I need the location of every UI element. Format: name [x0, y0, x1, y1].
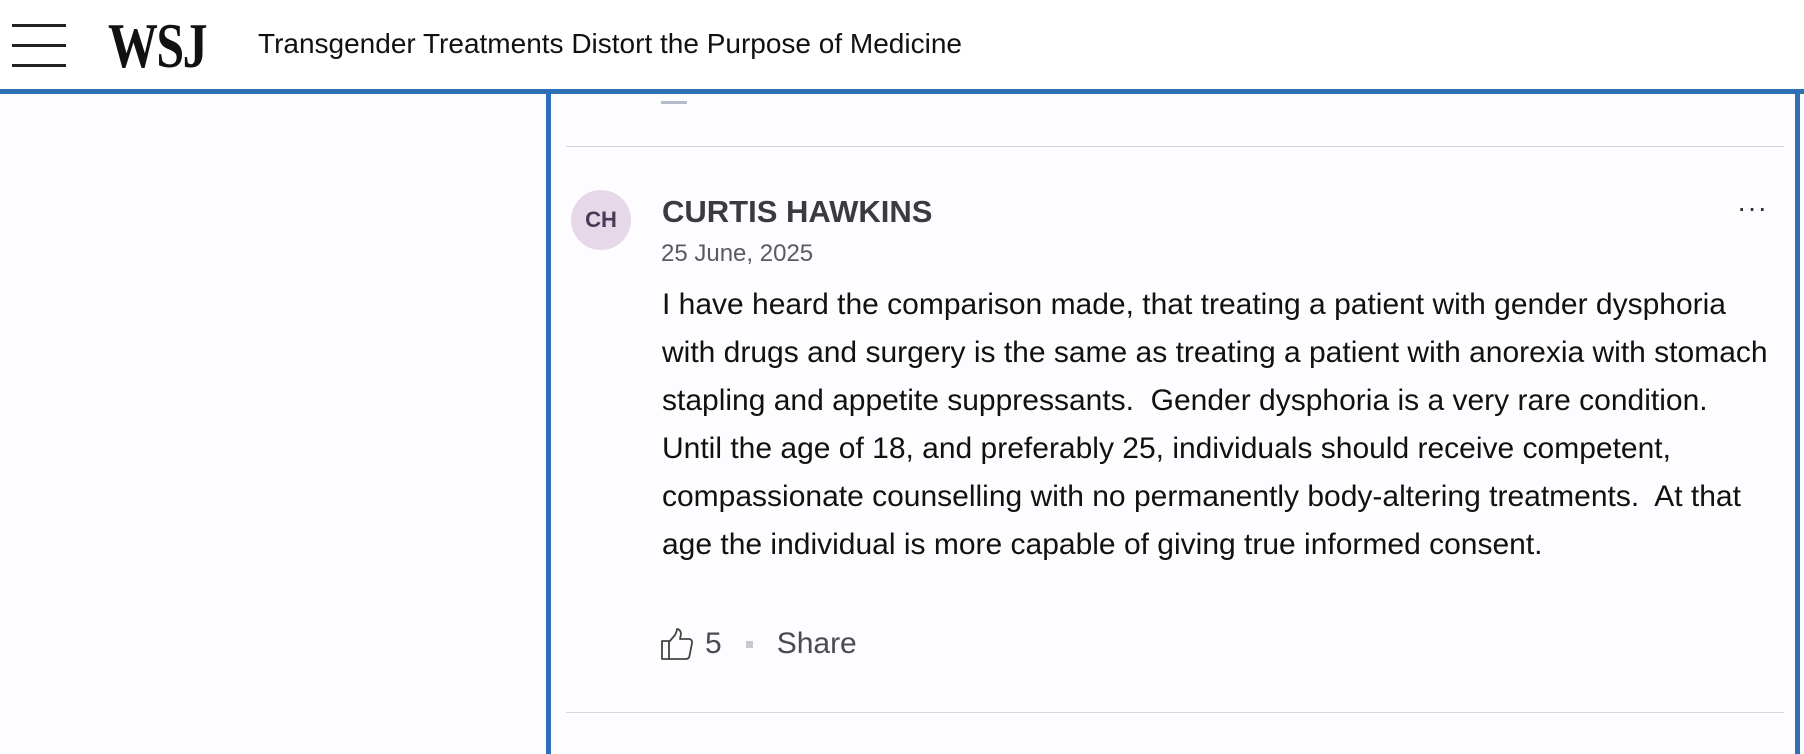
comments-panel: CH CURTIS HAWKINS 25 June, 2025 ··· I ha… [546, 94, 1800, 754]
comment-body: I have heard the comparison made, that t… [662, 288, 1776, 561]
comment-divider [566, 146, 1784, 147]
hamburger-menu-icon[interactable] [12, 24, 66, 68]
avatar[interactable]: CH [571, 190, 631, 250]
article-title: Transgender Treatments Distort the Purpo… [258, 28, 962, 59]
comment-divider [566, 712, 1784, 713]
share-button[interactable]: Share [777, 627, 857, 661]
like-count: 5 [705, 627, 722, 660]
hamburger-line [12, 64, 66, 67]
like-button[interactable]: 5 [659, 626, 722, 662]
comment-date: 25 June, 2025 [661, 240, 814, 267]
top-navigation-bar: WSJ Transgender Treatments Distort the P… [0, 0, 1804, 94]
partial-previous-comment-icon [661, 94, 687, 104]
wsj-logo[interactable]: WSJ [108, 10, 208, 82]
separator-dot [745, 640, 753, 648]
comment-actions: 5 Share [659, 622, 857, 666]
hamburger-line [12, 24, 66, 27]
hamburger-line [12, 44, 66, 47]
thumbs-up-icon [661, 628, 693, 660]
more-options-icon[interactable]: ··· [1737, 194, 1768, 222]
comment-author[interactable]: CURTIS HAWKINS [662, 192, 932, 232]
